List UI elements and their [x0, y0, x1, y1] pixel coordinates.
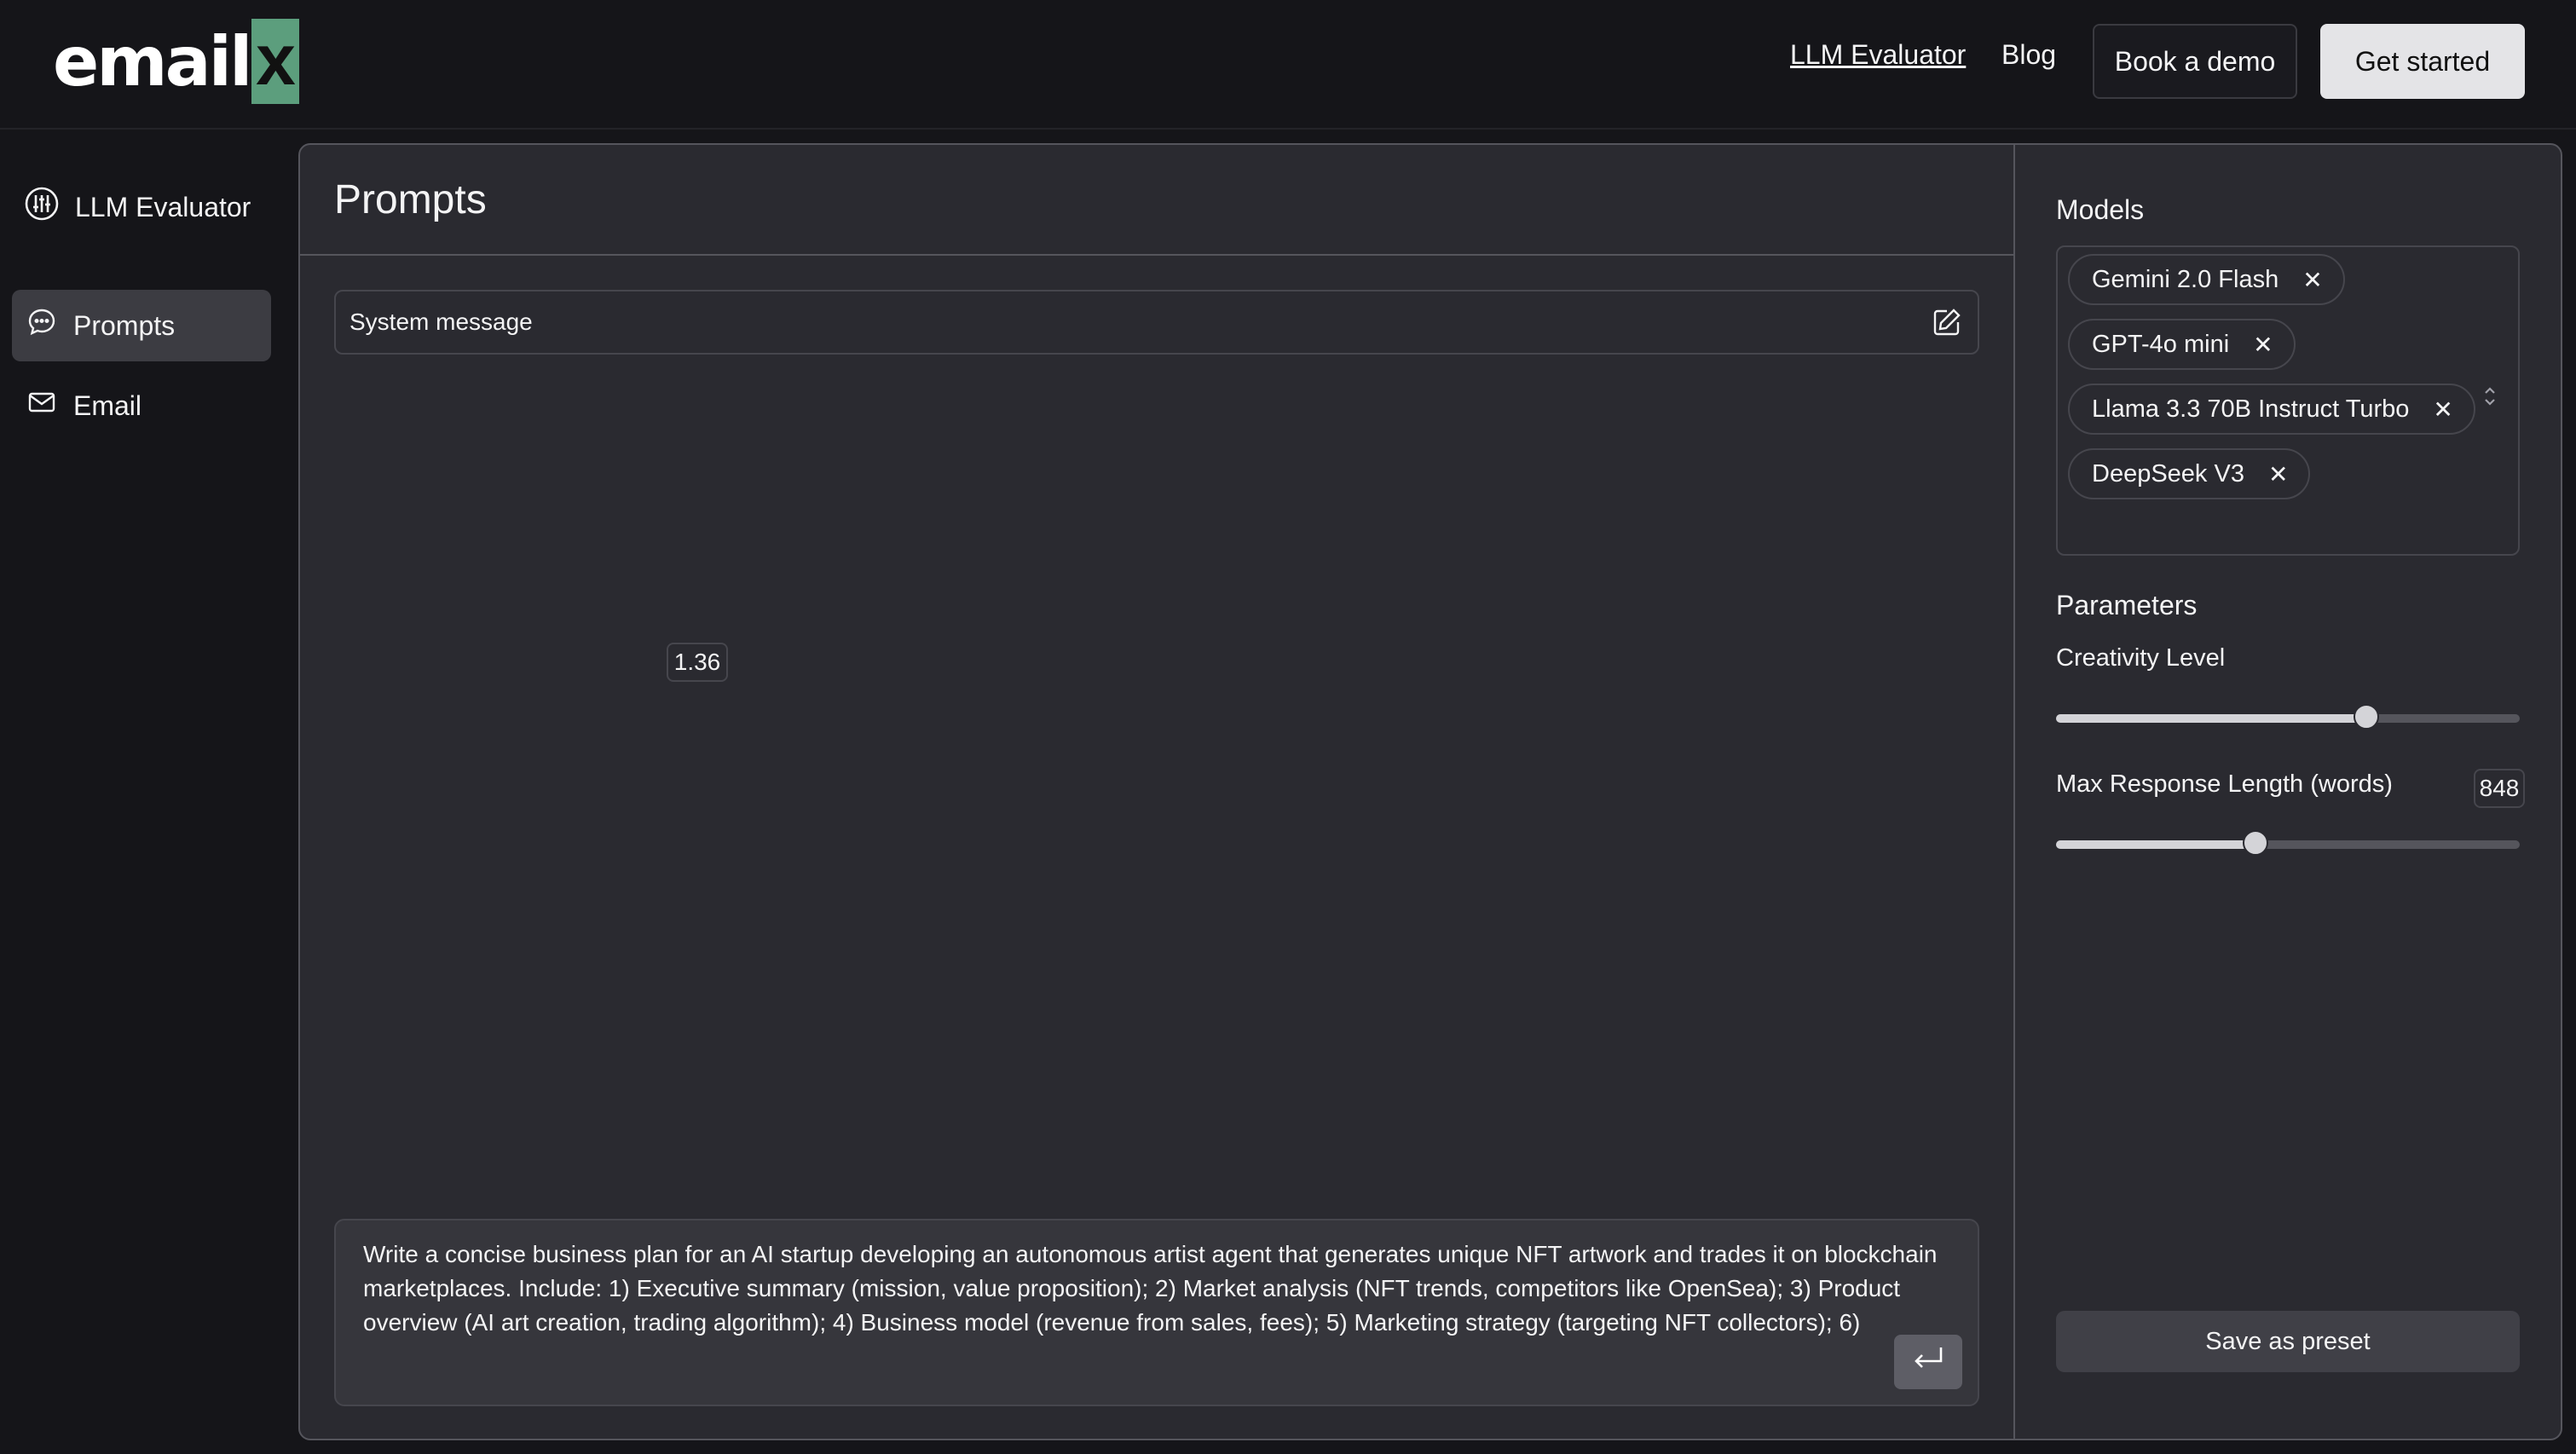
- model-chip-label: GPT-4o mini: [2092, 330, 2230, 358]
- enter-icon: [1911, 1344, 1945, 1381]
- sidebar-item-email[interactable]: Email: [12, 370, 271, 441]
- model-chip-label: Llama 3.3 70B Instruct Turbo: [2092, 395, 2410, 423]
- settings-pane: Models Gemini 2.0 Flash ✕ GPT-4o mini ✕ Ll…: [667, 145, 2561, 1439]
- top-header: email x LLM Evaluator Blog Book a demo Ge…: [0, 0, 2576, 130]
- sidebar-title-label: LLM Evaluator: [75, 191, 251, 222]
- model-chip-label: Gemini 2.0 Flash: [2092, 265, 2279, 293]
- sidebar-item-label: Email: [73, 389, 142, 421]
- parameters-title: Parameters: [2056, 590, 2198, 620]
- chevron-up-down-icon[interactable]: [2482, 384, 2498, 413]
- max-length-value[interactable]: 848: [2474, 769, 2525, 808]
- remove-icon[interactable]: ✕: [2253, 331, 2273, 359]
- emailx-logo[interactable]: email x: [53, 19, 300, 104]
- system-message-field[interactable]: System message: [334, 290, 1979, 355]
- logo-accent: x: [251, 19, 300, 104]
- sidebar-item-label: Prompts: [73, 309, 176, 341]
- submit-button[interactable]: [1894, 1335, 1962, 1389]
- max-length-label: Max Response Length (words): [2056, 770, 2393, 798]
- models-title: Models: [2056, 194, 2145, 225]
- sliders-icon: [24, 186, 75, 228]
- max-length-slider-thumb[interactable]: [2242, 830, 2268, 856]
- logo-text: email: [53, 21, 252, 101]
- creativity-slider[interactable]: [2056, 704, 2520, 730]
- prompts-title: Prompts: [300, 145, 2013, 256]
- sidebar-item-prompts[interactable]: Prompts: [12, 290, 271, 361]
- model-chip: GPT-4o mini ✕: [2068, 319, 2296, 370]
- model-chip: Gemini 2.0 Flash ✕: [2068, 254, 2345, 305]
- system-message-label: System message: [349, 309, 533, 335]
- sidebar-title: LLM Evaluator: [24, 186, 251, 228]
- save-preset-button[interactable]: Save as preset: [2056, 1311, 2520, 1372]
- model-chip: DeepSeek V3 ✕: [2068, 448, 2311, 499]
- prompt-text: Write a concise business plan for an AI …: [363, 1241, 1938, 1336]
- creativity-slider-thumb[interactable]: [2354, 704, 2380, 730]
- nav-llm-evaluator-link[interactable]: LLM Evaluator: [1790, 39, 1966, 71]
- remove-icon[interactable]: ✕: [2268, 460, 2288, 488]
- creativity-label: Creativity Level: [2056, 644, 2226, 672]
- max-length-slider[interactable]: [2056, 830, 2520, 856]
- book-demo-button[interactable]: Book a demo: [2093, 24, 2297, 99]
- creativity-slider-fill: [2056, 714, 2367, 723]
- max-length-slider-fill: [2056, 840, 2255, 849]
- mail-icon: [27, 388, 73, 424]
- model-chip: Llama 3.3 70B Instruct Turbo ✕: [2068, 384, 2475, 435]
- model-chip-label: DeepSeek V3: [2092, 459, 2244, 488]
- get-started-button[interactable]: Get started: [2320, 24, 2525, 99]
- remove-icon[interactable]: ✕: [2433, 395, 2452, 424]
- remove-icon[interactable]: ✕: [2302, 266, 2322, 294]
- edit-icon[interactable]: [1932, 307, 1962, 343]
- nav-blog-link[interactable]: Blog: [2001, 39, 2056, 71]
- models-multiselect[interactable]: Gemini 2.0 Flash ✕ GPT-4o mini ✕ Llama 3.3…: [2056, 245, 2520, 556]
- creativity-value[interactable]: 1.36: [667, 643, 728, 682]
- prompts-section: Prompts System message Write a concise b…: [300, 145, 2015, 1439]
- chat-bubble-icon: [27, 308, 73, 343]
- evaluator-panel: Prompts System message Write a concise b…: [298, 143, 2562, 1440]
- prompt-input[interactable]: Write a concise business plan for an AI …: [334, 1219, 1979, 1406]
